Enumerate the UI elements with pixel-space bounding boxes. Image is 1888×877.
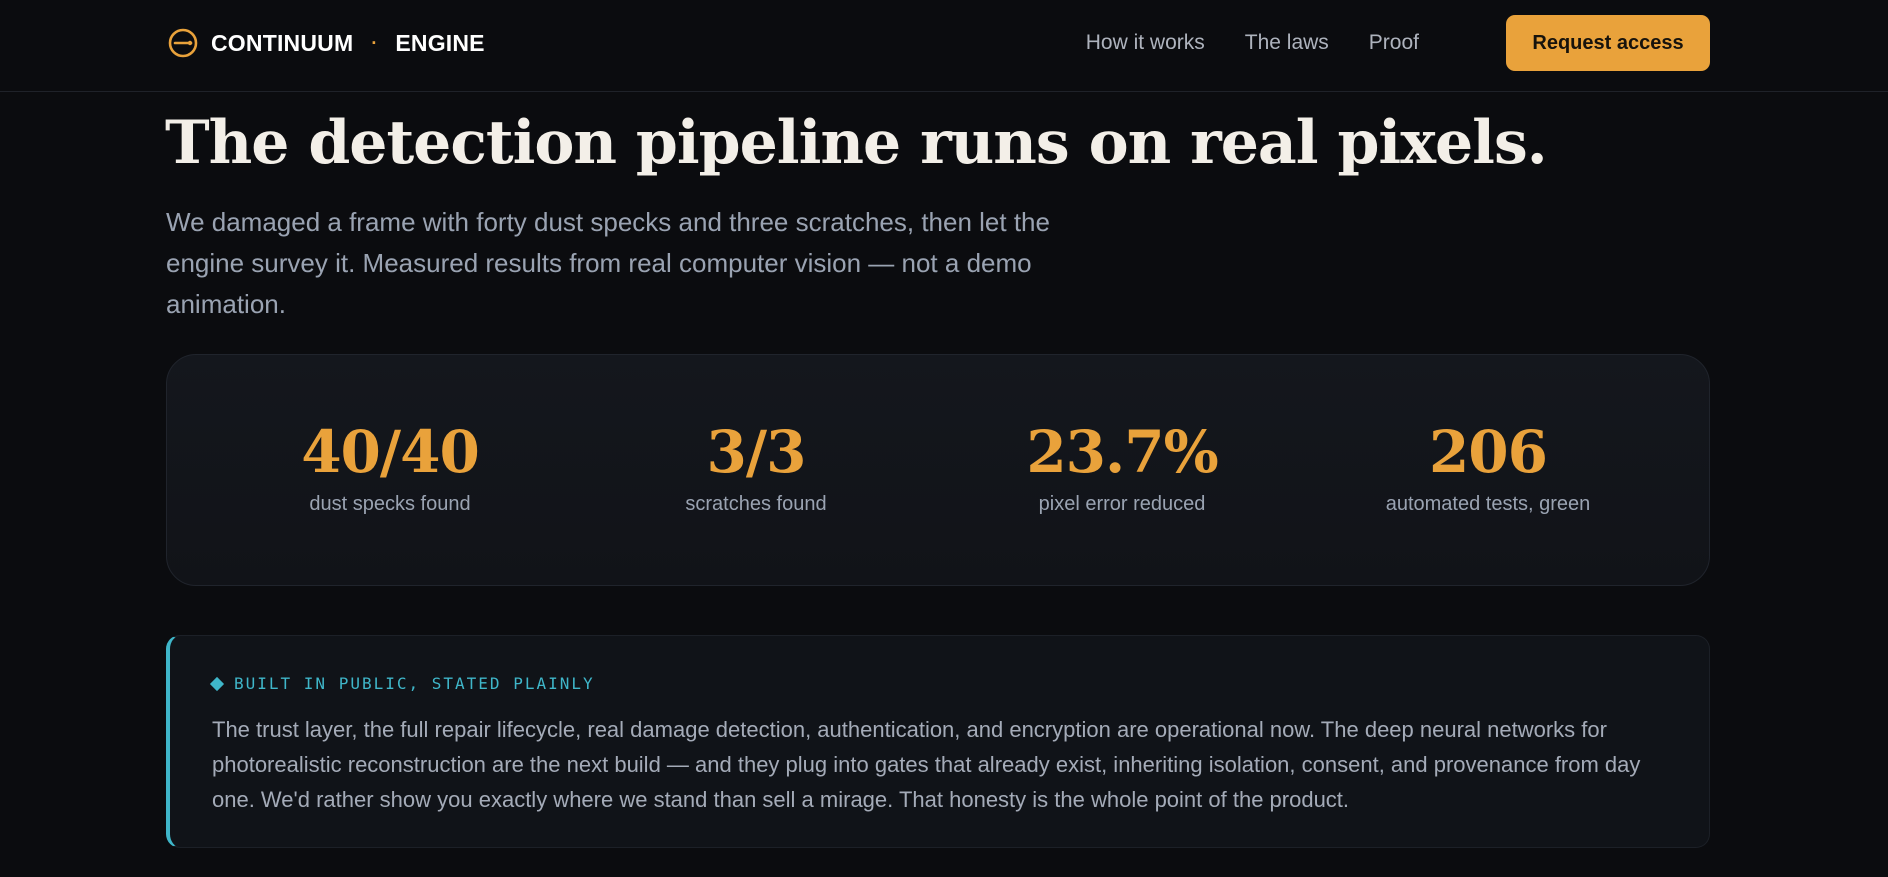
stat-dust-specks: 40/40 dust specks found (240, 419, 540, 516)
nav-link-proof[interactable]: Proof (1369, 31, 1419, 55)
brand-subname: ENGINE (395, 29, 485, 56)
brand[interactable]: CONTINUUM · ENGINE (167, 26, 485, 60)
main-nav: How it works The laws Proof (1086, 28, 1419, 58)
stat-label: pixel error reduced (1038, 493, 1206, 515)
stat-value: 23.7% (1026, 418, 1218, 486)
nav-link-the-laws[interactable]: The laws (1245, 31, 1329, 55)
stat-value: 40/40 (301, 418, 480, 486)
stat-scratches: 3/3 scratches found (606, 419, 906, 516)
stat-label: dust specks found (309, 493, 471, 515)
hero-description: We damaged a frame with forty dust speck… (166, 207, 1050, 319)
request-access-button[interactable]: Request access (1506, 15, 1710, 71)
top-navigation-bar: CONTINUUM · ENGINE How it works The laws… (0, 0, 1888, 92)
stat-value: 3/3 (706, 418, 807, 486)
stat-automated-tests: 206 automated tests, green (1338, 419, 1638, 516)
stat-pixel-error: 23.7% pixel error reduced (972, 419, 1272, 516)
brand-separator: · (371, 32, 378, 53)
brand-name: CONTINUUM (211, 29, 354, 56)
callout-eyebrow-label: BUILT IN PUBLIC, STATED PLAINLY (234, 674, 595, 693)
page-title: The detection pipeline runs on real pixe… (165, 108, 1548, 178)
continuum-logo-icon (168, 28, 198, 58)
stat-value: 206 (1428, 418, 1548, 486)
stat-label: scratches found (685, 493, 827, 515)
diamond-icon (209, 676, 225, 691)
results-stats-panel: 40/40 dust specks found 3/3 scratches fo… (166, 354, 1710, 586)
callout-eyebrow: BUILT IN PUBLIC, STATED PLAINLY (209, 674, 595, 693)
stat-label: automated tests, green (1385, 493, 1591, 515)
built-in-public-callout: BUILT IN PUBLIC, STATED PLAINLY The trus… (166, 635, 1710, 848)
callout-body: The trust layer, the full repair lifecyc… (212, 717, 1641, 812)
nav-link-how-it-works[interactable]: How it works (1086, 31, 1205, 55)
